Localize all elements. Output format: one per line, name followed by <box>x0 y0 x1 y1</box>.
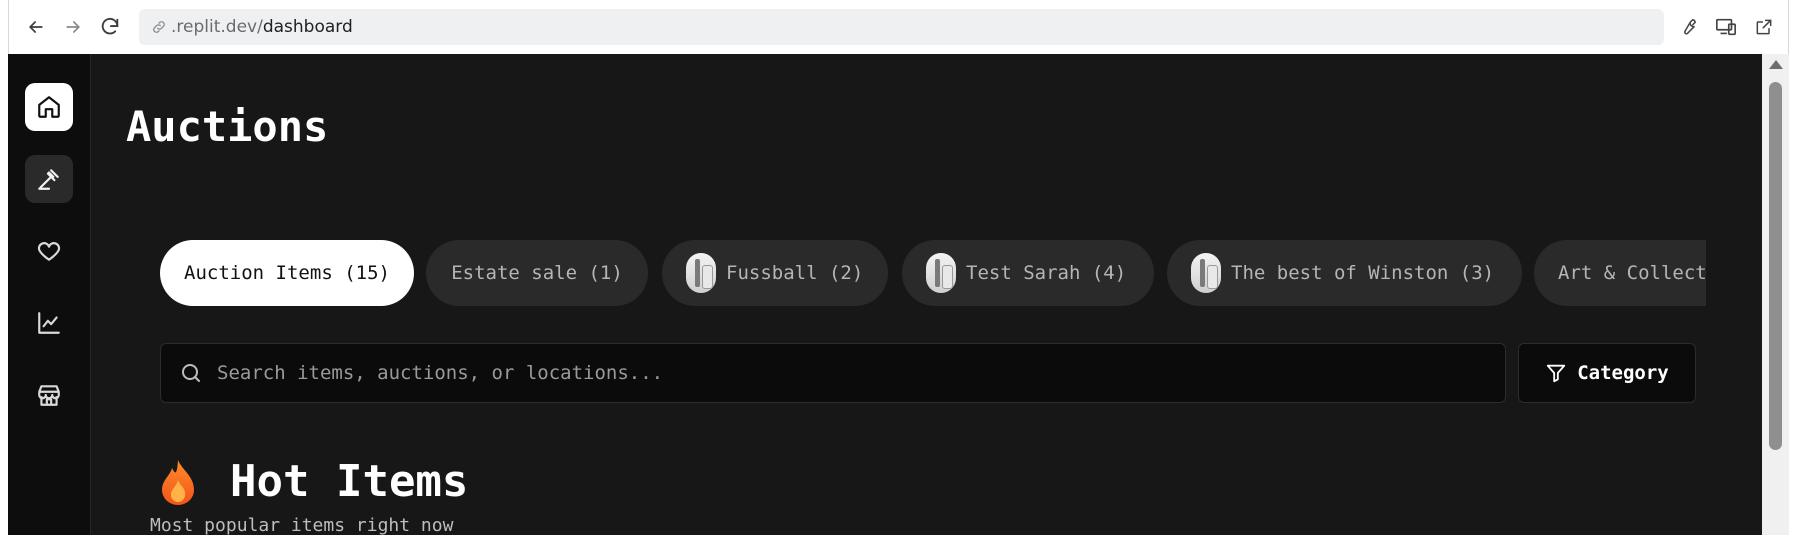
sidebar <box>8 54 91 535</box>
scroll-up-arrow-icon[interactable] <box>1769 60 1783 69</box>
heart-icon <box>37 242 61 261</box>
tab-label: The best of Winston (3) <box>1231 262 1495 284</box>
tab-label: Auction Items (15) <box>184 262 390 284</box>
tab-test-sarah[interactable]: Test Sarah (4) <box>902 240 1154 306</box>
collection-thumbnail <box>1191 253 1221 293</box>
app-container: Auctions Auction Items (15) Estate sale … <box>8 54 1789 535</box>
category-filter-button[interactable]: Category <box>1518 343 1696 403</box>
arrow-left-icon <box>28 21 43 33</box>
page-scrollbar[interactable] <box>1762 54 1789 535</box>
sidebar-item-home[interactable] <box>25 83 73 131</box>
reload-icon <box>101 17 119 35</box>
store-icon <box>38 385 60 406</box>
search-icon <box>182 364 200 382</box>
forward-button[interactable] <box>56 10 90 44</box>
collection-thumbnail <box>926 253 956 293</box>
section-title: Hot Items <box>230 456 469 507</box>
chart-icon <box>38 312 60 334</box>
tab-auction-items[interactable]: Auction Items (15) <box>160 240 414 306</box>
arrow-right-icon <box>66 21 81 33</box>
url-path: dashboard <box>262 17 353 37</box>
search-bar <box>160 343 1506 403</box>
sidebar-item-auctions[interactable] <box>25 155 73 203</box>
open-new-tab-button[interactable] <box>1747 10 1781 44</box>
devices-icon <box>1716 18 1736 36</box>
tab-fussball[interactable]: Fussball (2) <box>662 240 888 306</box>
flame-icon <box>162 459 194 505</box>
tab-label: Fussball (2) <box>726 262 864 284</box>
sidebar-item-store[interactable] <box>25 371 73 419</box>
tab-art-and-collectibles[interactable]: Art & Collect <box>1534 240 1706 306</box>
filter-icon <box>1545 362 1567 384</box>
tab-estate-sale[interactable]: Estate sale (1) <box>426 240 648 306</box>
link-icon <box>151 19 167 35</box>
reload-button[interactable] <box>93 10 127 44</box>
sidebar-item-favorites[interactable] <box>25 227 73 275</box>
collection-thumbnail <box>686 253 716 293</box>
tab-label: Test Sarah (4) <box>966 262 1127 284</box>
back-button[interactable] <box>19 10 53 44</box>
hot-items-header: Hot Items <box>158 456 468 507</box>
tab-label: Estate sale (1) <box>451 262 623 284</box>
sidebar-item-analytics[interactable] <box>25 299 73 347</box>
category-label: Category <box>1577 362 1669 384</box>
url-host: .replit.dev/ <box>171 17 263 37</box>
tab-the-best-of-winston[interactable]: The best of Winston (3) <box>1167 240 1522 306</box>
main-content: Auctions Auction Items (15) Estate sale … <box>92 54 1762 535</box>
search-input[interactable] <box>217 362 1417 384</box>
address-bar[interactable]: .replit.dev/dashboard <box>139 9 1664 45</box>
home-icon <box>38 96 60 118</box>
tab-label: Art & Collect <box>1558 262 1706 284</box>
browser-toolbar: .replit.dev/dashboard <box>8 0 1789 54</box>
auction-tabs: Auction Items (15) Estate sale (1) Fussb… <box>160 240 1706 308</box>
gavel-icon <box>38 169 59 190</box>
devtools-button[interactable] <box>1671 10 1705 44</box>
section-subtitle: Most popular items right now <box>150 515 454 535</box>
device-preview-button[interactable] <box>1709 10 1743 44</box>
page-title: Auctions <box>126 102 329 151</box>
scrollbar-thumb[interactable] <box>1769 82 1782 450</box>
external-link-icon <box>1756 19 1772 35</box>
wrench-icon <box>1684 18 1697 35</box>
